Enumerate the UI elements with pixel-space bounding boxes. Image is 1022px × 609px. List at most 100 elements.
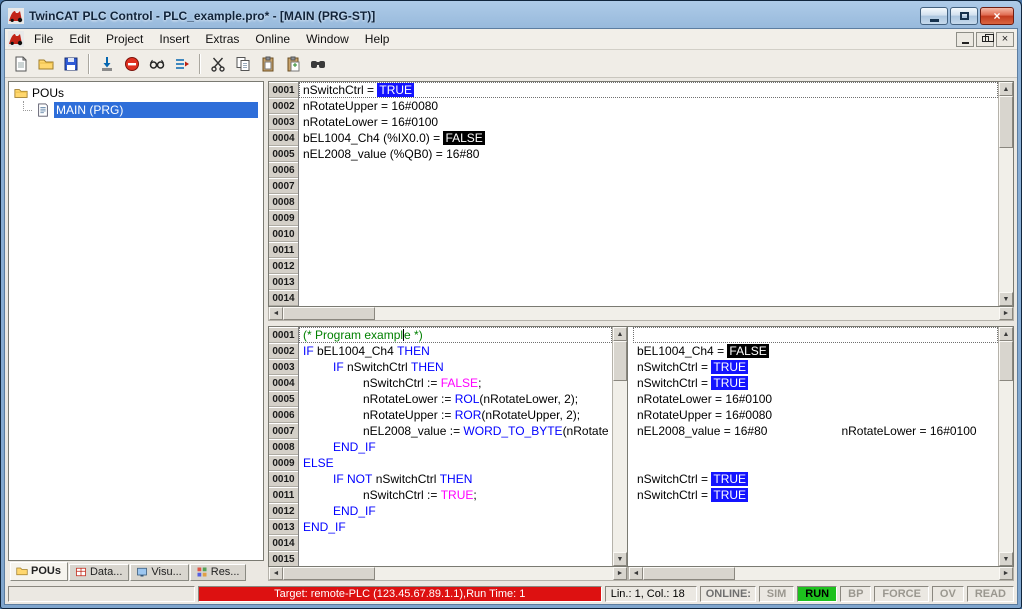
menu-help[interactable]: Help <box>357 30 398 48</box>
title-bar[interactable]: TwinCAT PLC Control - PLC_example.pro* -… <box>4 4 1018 28</box>
mdi-restore-button[interactable] <box>976 32 994 47</box>
code-line[interactable]: 0003IF nSwitchCtrl THEN <box>269 359 612 375</box>
code-line[interactable]: 0001(* Program example *) <box>269 327 612 343</box>
line-number[interactable]: 0001 <box>269 82 299 98</box>
tab-visu[interactable]: Visu... <box>130 564 188 581</box>
scroll-track[interactable] <box>999 381 1013 552</box>
menu-edit[interactable]: Edit <box>61 30 98 48</box>
scroll-track[interactable] <box>735 567 999 580</box>
tab-pous[interactable]: POUs <box>10 562 68 581</box>
code-horizontal-scrollbar[interactable]: ◄ ► <box>268 567 628 581</box>
declaration-line[interactable]: 0006 <box>269 162 998 178</box>
declaration-line[interactable]: 0004bEL1004_Ch4 (%IX0.0) = FALSE <box>269 130 998 146</box>
declaration-line[interactable]: 0002nRotateUpper = 16#0080 <box>269 98 998 114</box>
watch-horizontal-scrollbar[interactable]: ◄ ► <box>628 567 1014 581</box>
scroll-thumb[interactable] <box>999 341 1013 381</box>
mdi-minimize-button[interactable] <box>956 32 974 47</box>
code-line[interactable]: 0005nRotateLower := ROL(nRotateLower, 2)… <box>269 391 612 407</box>
menu-file[interactable]: File <box>26 30 61 48</box>
code-line[interactable]: 0014 <box>269 535 612 551</box>
watch-row[interactable]: nSwitchCtrl = TRUE <box>633 359 998 375</box>
watch-vertical-scrollbar[interactable]: ▲ ▼ <box>998 327 1013 566</box>
copy-button[interactable] <box>231 53 255 75</box>
line-number[interactable]: 0011 <box>269 487 299 503</box>
scroll-right-icon[interactable]: ► <box>999 307 1013 320</box>
declaration-pane[interactable]: 0001nSwitchCtrl = TRUE0002nRotateUpper =… <box>268 81 1014 307</box>
line-number[interactable]: 0010 <box>269 471 299 487</box>
line-number[interactable]: 0008 <box>269 194 299 210</box>
code-line[interactable]: 0010IF NOT nSwitchCtrl THEN <box>269 471 612 487</box>
declaration-line[interactable]: 0003nRotateLower = 16#0100 <box>269 114 998 130</box>
watch-row[interactable]: nRotateUpper = 16#0080 <box>633 407 998 423</box>
declaration-vertical-scrollbar[interactable]: ▲ ▼ <box>998 82 1013 306</box>
line-number[interactable]: 0002 <box>269 343 299 359</box>
scroll-thumb[interactable] <box>283 307 375 320</box>
watch-row[interactable]: nEL2008_value = 16#80nRotateLower = 16#0… <box>633 423 998 439</box>
monitor-button[interactable] <box>170 53 194 75</box>
save-button[interactable] <box>59 53 83 75</box>
line-number[interactable]: 0012 <box>269 503 299 519</box>
scroll-left-icon[interactable]: ◄ <box>269 307 283 320</box>
tree-item-main-prg[interactable]: MAIN (PRG) <box>9 101 263 118</box>
watch-row[interactable] <box>633 455 998 471</box>
declaration-line[interactable]: 0005nEL2008_value (%QB0) = 16#80 <box>269 146 998 162</box>
line-number[interactable]: 0013 <box>269 274 299 290</box>
declaration-horizontal-scrollbar[interactable]: ◄ ► <box>268 307 1014 321</box>
line-number[interactable]: 0011 <box>269 242 299 258</box>
line-number[interactable]: 0008 <box>269 439 299 455</box>
minimize-button[interactable] <box>920 7 948 25</box>
scroll-left-icon[interactable]: ◄ <box>629 567 643 580</box>
cut-button[interactable] <box>206 53 230 75</box>
code-line[interactable]: 0009ELSE <box>269 455 612 471</box>
declaration-line[interactable]: 0007 <box>269 178 998 194</box>
open-file-button[interactable] <box>34 53 58 75</box>
scroll-track[interactable] <box>613 381 627 552</box>
line-number[interactable]: 0012 <box>269 258 299 274</box>
line-number[interactable]: 0007 <box>269 178 299 194</box>
menu-window[interactable]: Window <box>298 30 357 48</box>
code-line[interactable]: 0012END_IF <box>269 503 612 519</box>
watch-row[interactable]: bEL1004_Ch4 = FALSE <box>633 343 998 359</box>
line-number[interactable]: 0002 <box>269 98 299 114</box>
watch-row[interactable] <box>633 503 998 519</box>
watch-row[interactable] <box>633 439 998 455</box>
watch-row[interactable] <box>633 535 998 551</box>
line-number[interactable]: 0006 <box>269 407 299 423</box>
line-number[interactable]: 0004 <box>269 375 299 391</box>
menu-insert[interactable]: Insert <box>151 30 197 48</box>
new-file-button[interactable] <box>9 53 33 75</box>
watch-pane[interactable]: bEL1004_Ch4 = FALSEnSwitchCtrl = TRUEnSw… <box>628 326 1014 567</box>
line-number[interactable]: 0004 <box>269 130 299 146</box>
line-number[interactable]: 0014 <box>269 535 299 551</box>
scroll-left-icon[interactable]: ◄ <box>269 567 283 580</box>
line-number[interactable]: 0013 <box>269 519 299 535</box>
tab-data[interactable]: Data... <box>69 564 129 581</box>
watch-row[interactable] <box>633 519 998 535</box>
watch-row[interactable]: nSwitchCtrl = TRUE <box>633 487 998 503</box>
line-number[interactable]: 0006 <box>269 162 299 178</box>
declaration-line[interactable]: 0013 <box>269 274 998 290</box>
mdi-close-button[interactable]: × <box>996 32 1014 47</box>
declaration-line[interactable]: 0010 <box>269 226 998 242</box>
line-number[interactable]: 0007 <box>269 423 299 439</box>
line-number[interactable]: 0014 <box>269 290 299 306</box>
maximize-button[interactable] <box>950 7 978 25</box>
scroll-up-icon[interactable]: ▲ <box>999 82 1013 96</box>
paste-button[interactable] <box>256 53 280 75</box>
line-number[interactable]: 0001 <box>269 327 299 343</box>
stop-button[interactable] <box>120 53 144 75</box>
declaration-line[interactable]: 0011 <box>269 242 998 258</box>
code-line[interactable]: 0004nSwitchCtrl := FALSE; <box>269 375 612 391</box>
scroll-down-icon[interactable]: ▼ <box>999 552 1013 566</box>
line-number[interactable]: 0009 <box>269 455 299 471</box>
scroll-right-icon[interactable]: ► <box>613 567 627 580</box>
declaration-line[interactable]: 0014 <box>269 290 998 306</box>
line-number[interactable]: 0005 <box>269 391 299 407</box>
declaration-line[interactable]: 0008 <box>269 194 998 210</box>
paste-special-button[interactable] <box>281 53 305 75</box>
find-button[interactable] <box>306 53 330 75</box>
code-pane[interactable]: 0001(* Program example *)0002IF bEL1004_… <box>268 326 628 567</box>
scroll-thumb[interactable] <box>283 567 375 580</box>
close-button[interactable]: × <box>980 7 1014 25</box>
scroll-track[interactable] <box>375 567 613 580</box>
